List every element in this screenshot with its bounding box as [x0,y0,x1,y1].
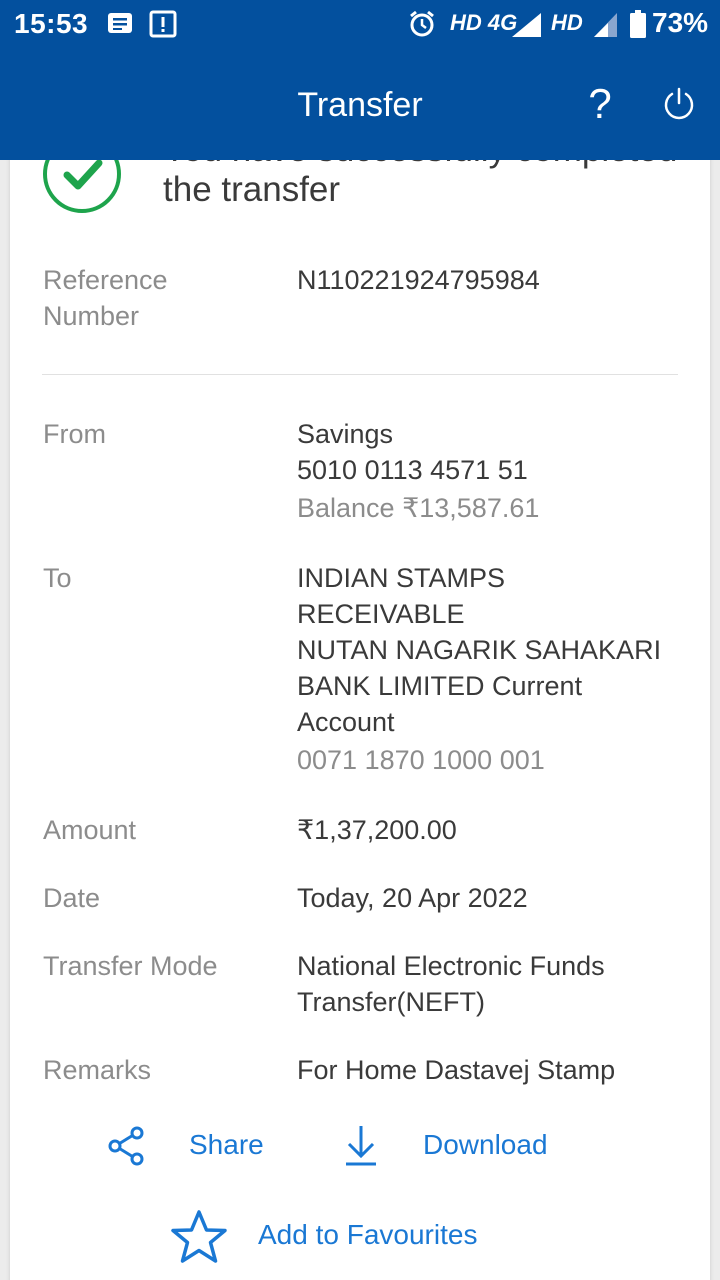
remarks-value: For Home Dastavej Stamp [297,1055,616,1085]
toolbar: Transfer ? [0,50,720,160]
signal-icon [594,13,617,37]
date-value: Today, 20 Apr 2022 [297,883,528,913]
amount-value: ₹1,37,200.00 [297,815,457,845]
from-account-type: Savings [297,419,394,449]
download-icon[interactable] [343,1122,379,1168]
message-notification-icon [108,13,132,33]
to-label: To [43,563,72,593]
status-time: 15:53 [14,8,89,39]
from-balance: Balance ₹13,587.61 [297,493,540,523]
add-to-favourites-button[interactable]: Add to Favourites [258,1218,477,1252]
download-button[interactable]: Download [423,1128,548,1162]
share-button[interactable]: Share [189,1128,264,1162]
amount-label: Amount [43,815,137,845]
app-bar: 15:53 HD 4G HD 73% Transfer ? [0,0,720,160]
from-account-number: 5010 0113 4571 51 [297,455,528,485]
share-icon[interactable] [106,1124,146,1168]
help-icon[interactable]: ? [582,78,618,130]
divider [42,374,678,375]
star-icon[interactable] [168,1208,230,1266]
reference-label: Reference Number [43,265,168,331]
alarm-icon [410,10,434,37]
signal-icon [512,13,541,37]
alert-notification-icon [149,10,177,38]
remarks-label: Remarks [43,1055,152,1085]
battery-percentage: 73% [652,7,709,38]
reference-value: N110221924795984 [297,265,540,295]
from-label: From [43,419,106,449]
transfer-mode-label: Transfer Mode [43,951,218,981]
to-payee-line: INDIAN STAMPS [297,563,506,593]
to-payee-line: RECEIVABLE [297,599,465,629]
power-icon[interactable] [662,86,696,122]
status-bar: 15:53 HD 4G HD 73% [0,0,720,50]
to-bank-line: Account [297,707,395,737]
date-label: Date [43,883,101,913]
transfer-mode-value: Transfer(NEFT) [297,987,485,1017]
to-bank-line: BANK LIMITED Current [297,671,583,701]
battery-icon [630,10,646,38]
to-account-number: 0071 1870 1000 001 [297,745,545,775]
transfer-mode-value: National Electronic Funds [297,951,605,981]
network-type-label: HD 4G [450,10,518,35]
network-type-label: HD [551,10,583,35]
to-bank-line: NUTAN NAGARIK SAHAKARI [297,635,662,665]
